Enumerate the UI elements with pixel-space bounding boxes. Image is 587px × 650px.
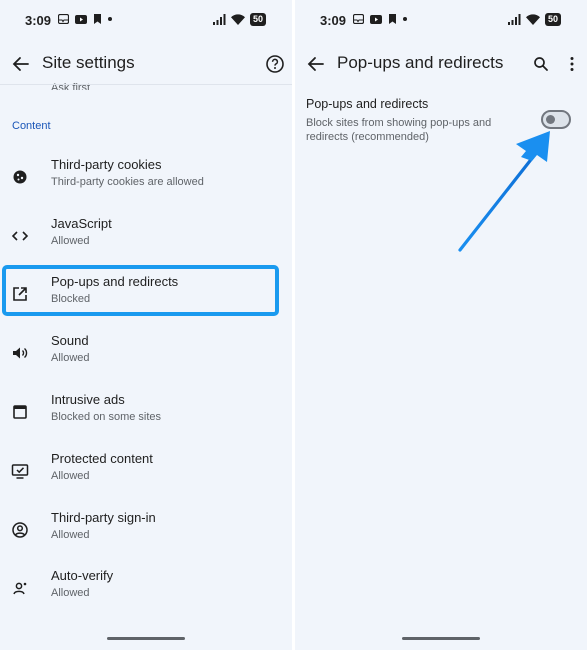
system-icons: 50 xyxy=(507,13,561,26)
app-bar-divider xyxy=(0,84,292,85)
item-label: Protected content xyxy=(51,451,153,466)
account-circle-icon xyxy=(12,522,28,538)
help-icon[interactable] xyxy=(265,54,285,74)
dot-icon xyxy=(108,17,112,21)
page-title: Site settings xyxy=(42,53,135,72)
notification-icons xyxy=(58,14,112,24)
status-bar: 3:09 50 xyxy=(0,0,292,40)
status-time: 3:09 xyxy=(320,13,347,28)
app-bar: Pop-ups and redirects xyxy=(295,44,587,84)
dot-icon xyxy=(403,17,407,21)
back-arrow-icon[interactable] xyxy=(10,53,32,75)
speaker-icon xyxy=(13,347,28,359)
gesture-nav-handle[interactable] xyxy=(402,637,480,640)
bookmark-icon xyxy=(389,14,396,24)
settings-item-sound[interactable]: Sound Allowed xyxy=(0,332,292,390)
section-header-content: Content xyxy=(12,120,51,132)
settings-item-third-party-sign-in[interactable]: Third-party sign-in Allowed xyxy=(0,509,292,567)
youtube-icon xyxy=(75,14,87,24)
item-subtitle: Allowed xyxy=(51,352,90,364)
item-label: Intrusive ads xyxy=(51,392,125,407)
setting-title: Pop-ups and redirects xyxy=(306,97,429,111)
signal-icon xyxy=(212,14,226,25)
item-label: JavaScript xyxy=(51,216,112,231)
signal-icon xyxy=(507,14,521,25)
person-verify-icon xyxy=(13,582,27,595)
more-vert-icon[interactable] xyxy=(562,54,582,74)
search-icon[interactable] xyxy=(531,54,551,74)
code-icon xyxy=(11,231,29,241)
item-label: Auto-verify xyxy=(51,568,114,583)
battery-icon: 50 xyxy=(544,13,561,26)
cookie-icon xyxy=(13,170,27,184)
item-subtitle: Allowed xyxy=(51,235,90,247)
status-time: 3:09 xyxy=(25,13,52,28)
settings-item-intrusive-ads[interactable]: Intrusive ads Blocked on some sites xyxy=(0,391,292,449)
popups-toggle-switch[interactable] xyxy=(541,110,571,129)
inbox-icon xyxy=(353,14,364,24)
item-subtitle: Allowed xyxy=(51,470,90,482)
bookmark-icon xyxy=(94,14,101,24)
pointer-arrow-icon xyxy=(458,131,550,252)
back-arrow-icon[interactable] xyxy=(305,53,327,75)
item-subtitle: Third-party cookies are allowed xyxy=(51,176,204,188)
item-subtitle: Blocked on some sites xyxy=(51,411,162,423)
settings-item-protected-content[interactable]: Protected content Allowed xyxy=(0,450,292,508)
toggle-knob xyxy=(546,115,555,124)
status-bar: 3:09 50 xyxy=(295,0,587,40)
item-label: Third-party sign-in xyxy=(51,510,156,525)
wifi-icon xyxy=(525,14,540,25)
item-subtitle: Allowed xyxy=(51,587,90,599)
popups-redirects-screen: 3:09 50 Pop-ups and redirects Pop-ups an… xyxy=(295,0,587,650)
item-label: Sound xyxy=(51,333,89,348)
item-label: Third-party cookies xyxy=(51,157,162,172)
settings-item-auto-verify[interactable]: Auto-verify Allowed xyxy=(0,567,292,625)
battery-icon: 50 xyxy=(249,13,266,26)
system-icons: 50 xyxy=(212,13,266,26)
protected-content-icon xyxy=(11,464,29,479)
wifi-icon xyxy=(230,14,245,25)
ads-frame-icon xyxy=(13,405,27,419)
item-subtitle: Allowed xyxy=(51,529,90,541)
inbox-icon xyxy=(58,14,69,24)
youtube-icon xyxy=(370,14,382,24)
settings-item-third-party-cookies[interactable]: Third-party cookies Third-party cookies … xyxy=(0,156,292,214)
app-bar: Site settings xyxy=(0,44,292,84)
gesture-nav-handle[interactable] xyxy=(107,637,185,640)
highlight-box xyxy=(2,265,279,316)
site-settings-screen: 3:09 50 Site settings Ask first Content … xyxy=(0,0,292,650)
page-title: Pop-ups and redirects xyxy=(337,53,504,72)
notification-icons xyxy=(353,14,407,24)
